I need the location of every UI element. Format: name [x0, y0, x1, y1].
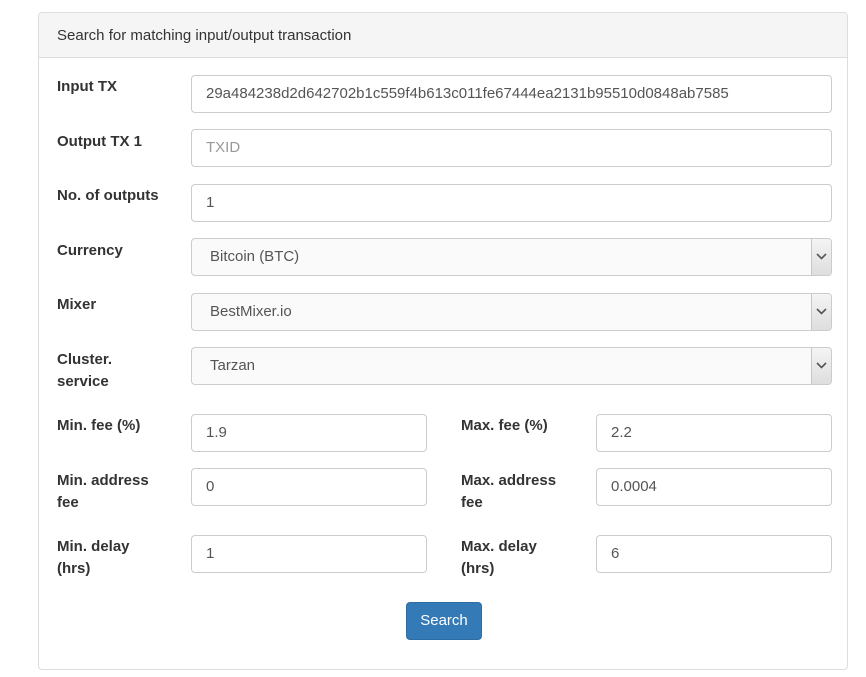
max-address-fee-field[interactable]: 0.0004: [596, 468, 832, 506]
max-fee-field[interactable]: 2.2: [596, 414, 832, 452]
min-address-fee-field[interactable]: 0: [191, 468, 427, 506]
min-fee-label: Min. fee (%): [57, 417, 141, 434]
min-address-fee-label-line2: fee: [57, 494, 79, 511]
num-outputs-field[interactable]: 1: [191, 184, 832, 222]
min-fee-field[interactable]: 1.9: [191, 414, 427, 452]
currency-label: Currency: [57, 242, 123, 259]
cluster-service-label-line1: Cluster.: [57, 351, 113, 368]
cluster-service-select[interactable]: Tarzan: [191, 347, 832, 385]
mixer-select[interactable]: BestMixer.io: [191, 293, 832, 331]
max-delay-field[interactable]: 6: [596, 535, 832, 573]
max-fee-label: Max. fee (%): [461, 417, 548, 434]
cluster-service-label: Cluster. service: [57, 349, 112, 393]
mixer-label: Mixer: [57, 296, 97, 313]
currency-select[interactable]: Bitcoin (BTC): [191, 238, 832, 276]
min-delay-label-line1: Min. delay: [57, 538, 130, 555]
output-tx-field[interactable]: TXID: [191, 129, 832, 167]
min-delay-label-line2: (hrs): [57, 560, 91, 577]
input-tx-label: Input TX: [57, 78, 117, 95]
max-address-fee-label-line2: fee: [461, 494, 483, 511]
search-button[interactable]: Search: [406, 602, 482, 640]
chevron-down-icon[interactable]: [811, 294, 831, 330]
min-delay-label: Min. delay (hrs): [57, 536, 130, 580]
min-delay-field[interactable]: 1: [191, 535, 427, 573]
max-address-fee-label: Max. address fee: [461, 470, 556, 514]
currency-selected: Bitcoin (BTC): [210, 248, 300, 265]
search-panel: Search for matching input/output transac…: [38, 12, 848, 670]
max-delay-label: Max. delay (hrs): [461, 536, 537, 580]
max-delay-label-line2: (hrs): [461, 560, 495, 577]
output-tx-label: Output TX 1: [57, 133, 142, 150]
cluster-service-selected: Tarzan: [210, 357, 256, 374]
panel-heading: Search for matching input/output transac…: [39, 13, 847, 58]
max-delay-label-line1: Max. delay: [461, 538, 537, 555]
chevron-down-icon[interactable]: [811, 239, 831, 275]
chevron-down-icon[interactable]: [811, 348, 831, 384]
min-address-fee-label: Min. address fee: [57, 470, 149, 514]
min-address-fee-label-line1: Min. address: [57, 472, 149, 489]
max-address-fee-label-line1: Max. address: [461, 472, 557, 489]
cluster-service-label-line2: service: [57, 373, 109, 390]
num-outputs-label: No. of outputs: [57, 187, 159, 204]
mixer-selected: BestMixer.io: [210, 303, 292, 320]
input-tx-field[interactable]: 29a484238d2d642702b1c559f4b613c011fe6744…: [191, 75, 832, 113]
